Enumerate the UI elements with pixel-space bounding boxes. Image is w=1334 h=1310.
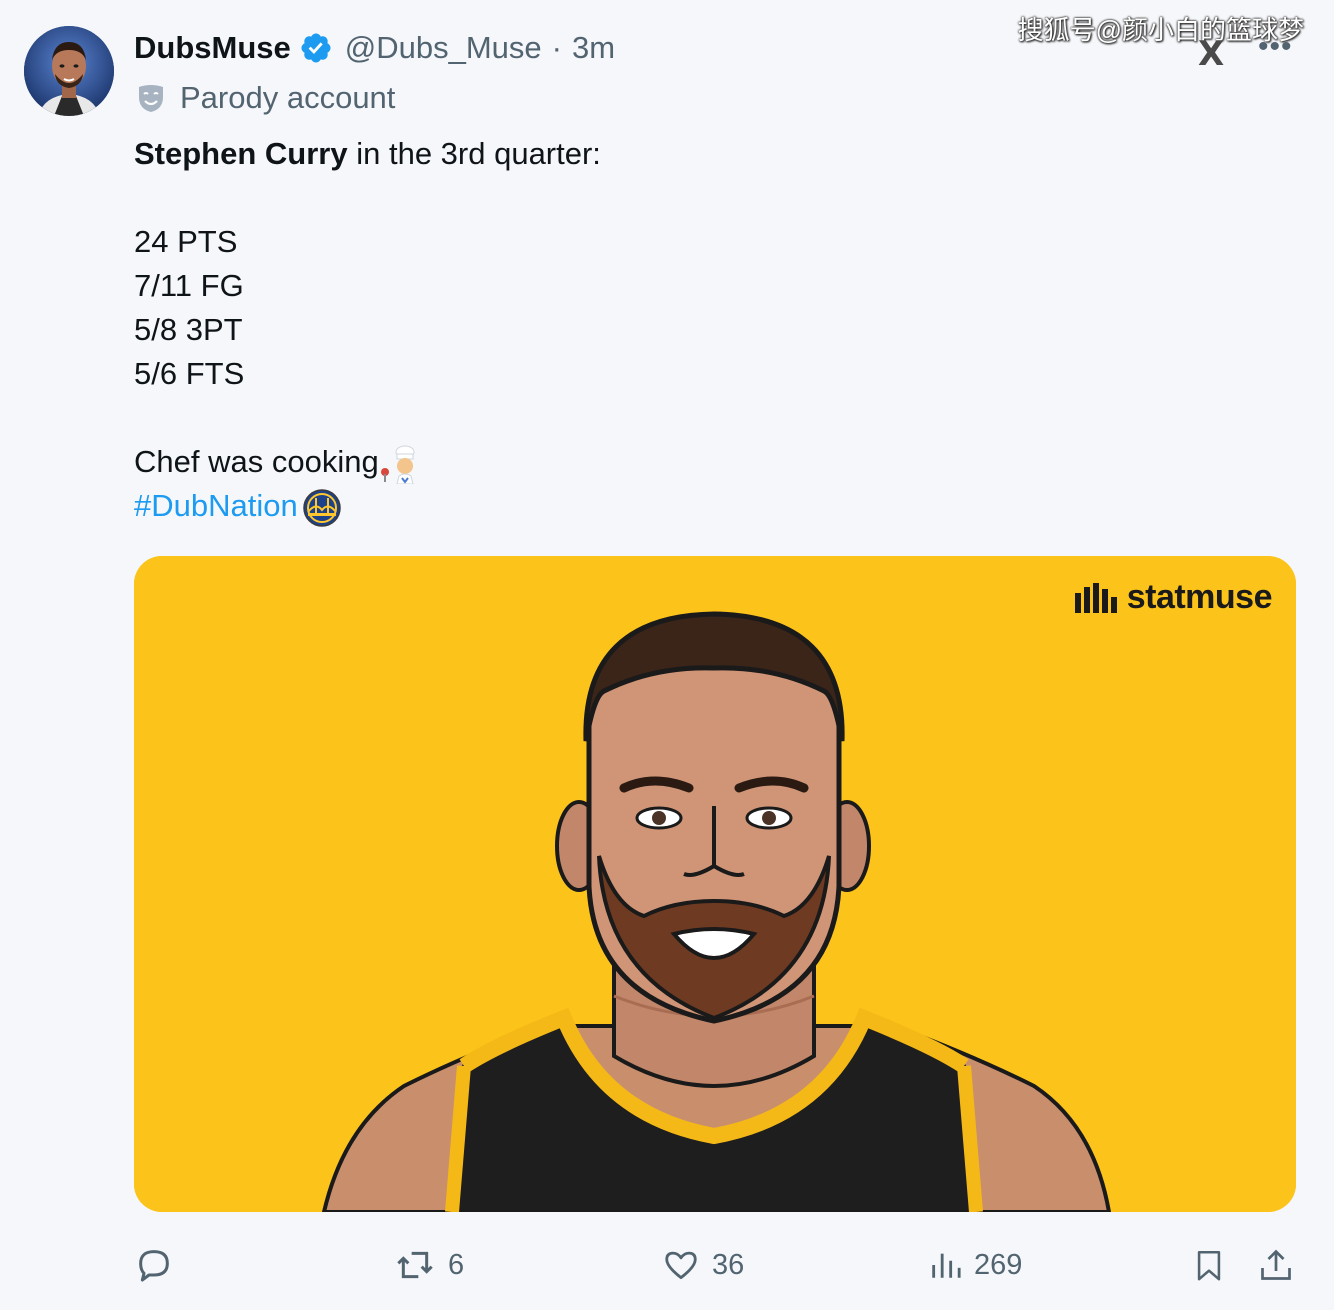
verified-badge-icon[interactable] <box>299 31 333 65</box>
views-chart-icon <box>932 1253 961 1278</box>
closing-text: Chef was cooking <box>134 444 379 479</box>
view-count: 269 <box>974 1248 1023 1281</box>
reply-icon <box>139 1250 169 1282</box>
avatar[interactable] <box>24 26 114 116</box>
chef-emoji-icon <box>380 445 415 484</box>
share-button[interactable] <box>1258 1240 1306 1290</box>
action-bar: 6 36 269 <box>0 1240 1334 1290</box>
stat-line: 5/8 3PT <box>134 312 243 347</box>
player-illustration <box>134 556 1296 1212</box>
warriors-logo-icon <box>302 489 341 527</box>
repost-icon <box>397 1251 433 1279</box>
statmuse-wordmark: statmuse <box>1126 578 1273 616</box>
tweet-card: 搜狐号@颜小白的篮球梦 DubsMuse @Dubs_Muse · 3m X •… <box>0 0 1334 1310</box>
closing-line: Chef was cooking <box>134 440 601 484</box>
avatar-image <box>24 26 114 116</box>
player-name: Stephen Curry <box>134 136 348 171</box>
heart-icon <box>665 1251 697 1280</box>
parody-label: Parody account <box>180 80 396 115</box>
like-count: 36 <box>712 1248 745 1281</box>
like-button[interactable]: 36 <box>662 1240 744 1290</box>
bookmark-icon <box>1197 1250 1221 1281</box>
hashtag-line: #DubNation <box>134 484 601 528</box>
separator-dot: · <box>551 30 562 65</box>
stat-line: 24 PTS <box>134 224 238 259</box>
share-icon <box>1261 1249 1291 1280</box>
hashtag-link[interactable]: #DubNation <box>134 488 298 523</box>
views-button[interactable]: 269 <box>928 1240 1022 1290</box>
x-logo-icon: X <box>1198 34 1225 74</box>
intro-rest: in the 3rd quarter: <box>347 136 601 171</box>
tweet-media-image[interactable]: statmuse <box>134 556 1296 1212</box>
user-handle[interactable]: @Dubs_Muse <box>345 30 542 66</box>
statmuse-logo: statmuse <box>1074 578 1273 617</box>
repost-button[interactable]: 6 <box>394 1240 464 1290</box>
tweet-text: Stephen Curry in the 3rd quarter: 24 PTS… <box>134 132 601 528</box>
timestamp[interactable]: 3m <box>572 30 615 66</box>
stat-line: 7/11 FG <box>134 268 244 303</box>
tweet-header: DubsMuse @Dubs_Muse · 3m <box>134 26 615 70</box>
repost-count: 6 <box>448 1248 465 1281</box>
stat-line: 5/6 FTS <box>134 356 245 391</box>
reply-button[interactable] <box>134 1240 186 1290</box>
tweet-intro-line: Stephen Curry in the 3rd quarter: <box>134 132 601 176</box>
more-options-icon[interactable]: ••• <box>1258 30 1293 64</box>
bookmark-button[interactable] <box>1192 1240 1238 1290</box>
display-name[interactable]: DubsMuse <box>134 30 291 66</box>
parody-badge: Parody account <box>134 80 395 116</box>
statmuse-logo-icon <box>1074 582 1117 613</box>
theater-mask-icon <box>139 85 163 112</box>
